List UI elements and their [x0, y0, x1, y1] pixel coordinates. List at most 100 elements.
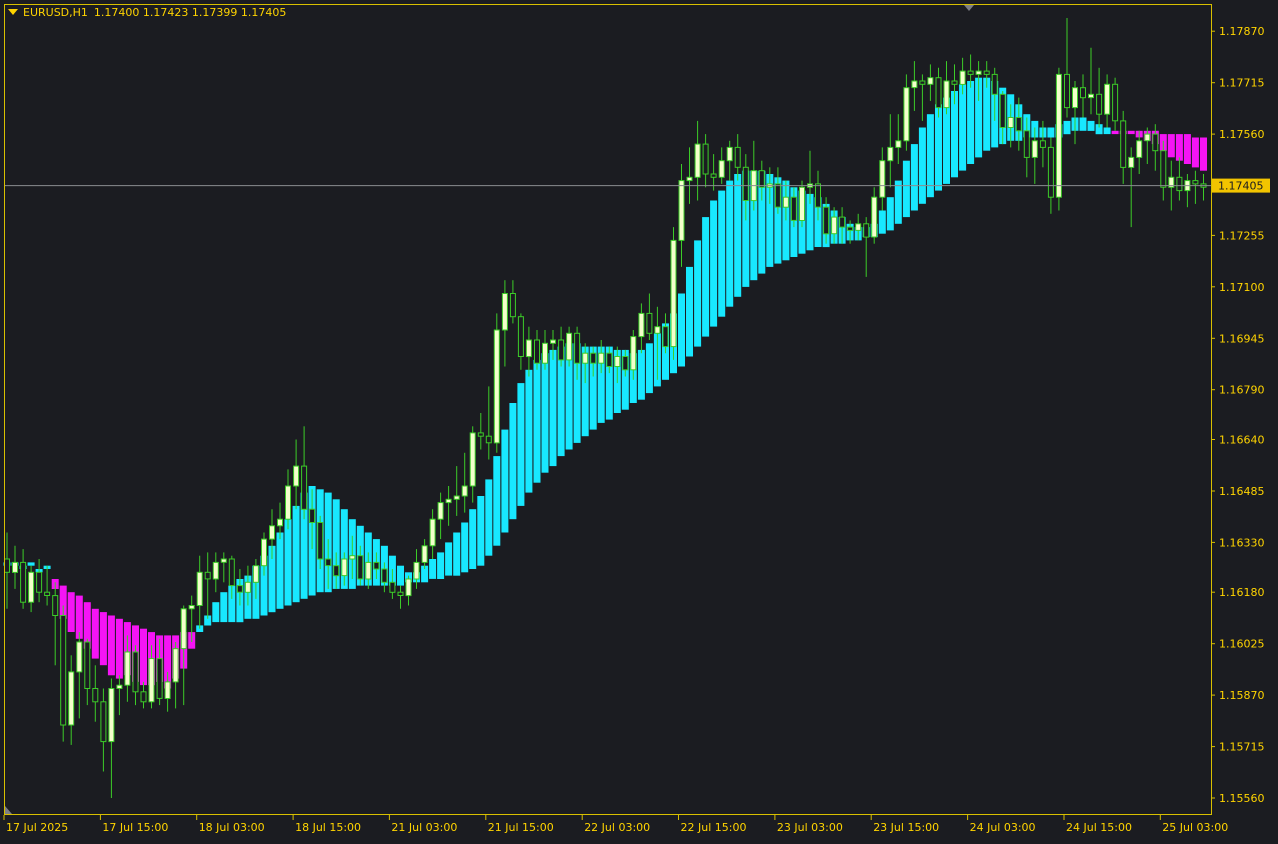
candle-body: [309, 508, 316, 524]
band-segment: [959, 84, 967, 171]
candle-body: [333, 565, 340, 577]
current-price-label-text: 1.17405: [1218, 180, 1264, 193]
band-segment: [292, 505, 300, 603]
candle-body: [694, 143, 701, 178]
candle-body: [1144, 133, 1151, 142]
candle-body: [799, 186, 805, 222]
x-tick-label: 21 Jul 15:00: [488, 821, 554, 834]
candle-body: [188, 605, 195, 610]
y-tick-label: 1.15870: [1219, 689, 1265, 702]
candle-body: [991, 73, 998, 95]
candle-body: [485, 435, 492, 444]
candle-body: [662, 326, 669, 348]
band-segment: [445, 542, 453, 576]
current-price-label: 1.17405: [1212, 178, 1270, 193]
candle-body: [325, 558, 332, 567]
band-segment: [678, 293, 685, 367]
band-segment: [1127, 130, 1135, 135]
y-tick-label: 1.16485: [1219, 485, 1265, 498]
band-segment: [718, 190, 726, 317]
candle-body: [718, 160, 725, 178]
candle-body: [397, 591, 404, 597]
candle-body: [1176, 176, 1183, 192]
candle-body: [919, 80, 926, 85]
candle-body: [92, 688, 99, 703]
candle-body: [357, 555, 364, 580]
band-segment: [501, 429, 509, 533]
candle-body: [164, 681, 171, 700]
chart-window[interactable]: 1.17870 1.17715 1.17560 1.17255 1.17100 1.169…: [0, 0, 1278, 840]
candle-body: [36, 571, 43, 593]
candle-body: [204, 571, 211, 580]
band-segment: [485, 479, 493, 556]
candle-body: [943, 80, 950, 109]
band-segment: [461, 522, 469, 573]
x-tick-label: 18 Jul 03:00: [199, 821, 265, 834]
candle-body: [52, 595, 59, 616]
candle-body: [1064, 73, 1070, 109]
band-segment: [726, 180, 734, 307]
band-segment: [894, 180, 902, 224]
band-segment: [1087, 120, 1095, 131]
candle-body: [622, 356, 629, 371]
candle-body: [839, 216, 846, 228]
candle-body: [863, 223, 870, 238]
band-segment: [517, 383, 525, 506]
candle: [1055, 67, 1062, 211]
candle-body: [252, 565, 259, 583]
y-tick-label: 1.15715: [1219, 741, 1265, 754]
candle-body: [606, 352, 613, 368]
candle-body: [983, 70, 990, 75]
candle-body: [782, 196, 789, 208]
candle-body: [911, 80, 918, 89]
chart-menu-icon[interactable]: [8, 9, 18, 15]
band-segment: [910, 144, 918, 211]
candle-body: [742, 166, 749, 202]
candle-body: [389, 581, 396, 593]
candle-body: [373, 561, 380, 570]
band-segment: [1175, 134, 1183, 161]
candle-body: [903, 87, 910, 142]
candle-body: [646, 312, 653, 334]
band-segment: [99, 612, 107, 666]
candle-body: [710, 173, 717, 178]
band-segment: [1103, 127, 1111, 135]
candle-body: [1015, 117, 1022, 132]
candle-body: [509, 293, 516, 318]
x-tick-label: 22 Jul 03:00: [584, 821, 650, 834]
y-tick-label: 1.16945: [1219, 332, 1265, 345]
candle-body: [975, 70, 982, 75]
candle-body: [1112, 83, 1119, 122]
candle-body: [1080, 87, 1086, 99]
candle-body: [285, 485, 291, 520]
candle-body: [1007, 117, 1014, 128]
band-segment: [107, 615, 115, 676]
candle-body: [100, 701, 107, 743]
price-chart[interactable]: 1.17870 1.17715 1.17560 1.17255 1.17100 1.169…: [0, 0, 1278, 840]
x-tick-label: 23 Jul 15:00: [873, 821, 939, 834]
y-tick-label: 1.17560: [1219, 128, 1265, 141]
band-segment: [1191, 137, 1199, 168]
y-tick-label: 1.15560: [1219, 792, 1265, 805]
candle-body: [437, 502, 444, 520]
candle-body: [1047, 146, 1054, 198]
candle: [799, 180, 805, 228]
band-segment: [902, 160, 910, 218]
band-segment: [437, 552, 445, 579]
candle-body: [582, 352, 589, 364]
band-segment: [686, 266, 693, 357]
candle-body: [654, 326, 661, 334]
candle-body: [244, 581, 251, 593]
candle-body: [686, 176, 693, 182]
band-segment: [1183, 134, 1191, 164]
y-tick-label: 1.17715: [1219, 77, 1265, 90]
y-tick-label: 1.16025: [1219, 638, 1265, 651]
x-tick-label: 18 Jul 15:00: [295, 821, 361, 834]
candle-body: [630, 336, 637, 371]
candle-body: [236, 585, 243, 593]
candle-body: [445, 498, 452, 504]
candle-body: [702, 143, 709, 175]
candle-body: [413, 561, 420, 580]
x-tick-label: 17 Jul 15:00: [102, 821, 168, 834]
band-segment: [1111, 130, 1119, 135]
